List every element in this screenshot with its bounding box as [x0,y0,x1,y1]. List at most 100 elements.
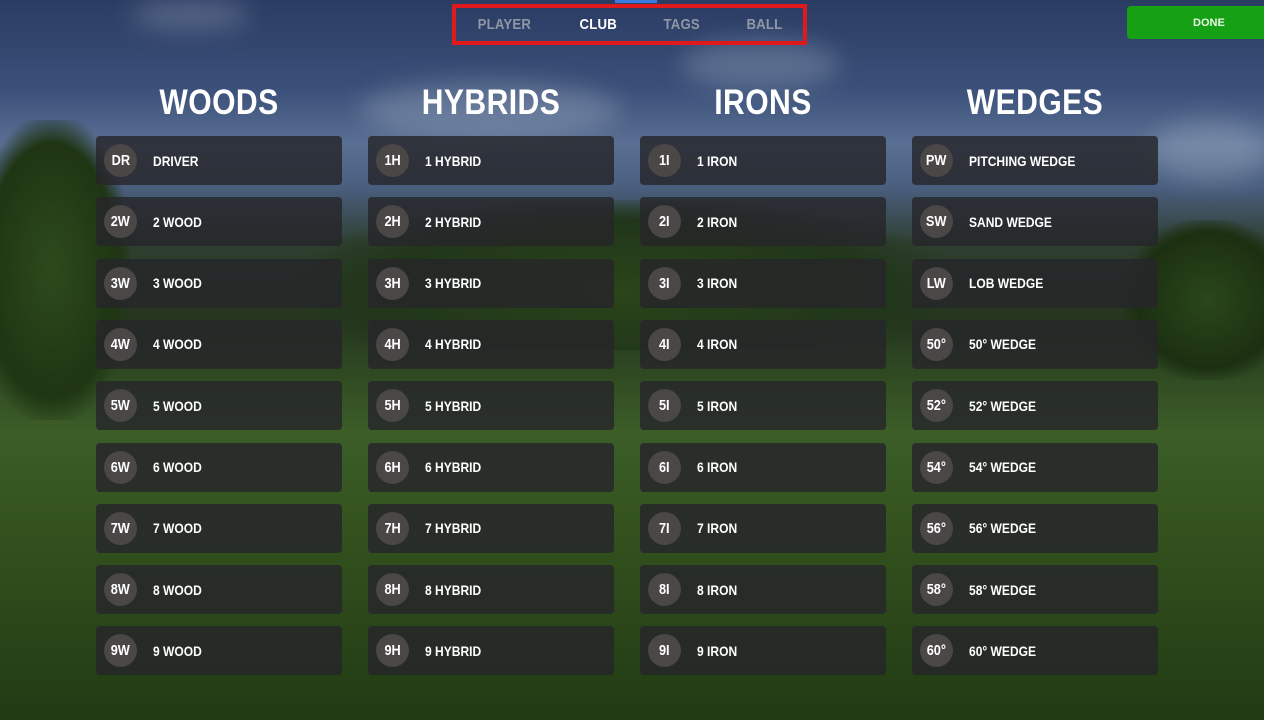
club-badge-label: 5I [659,397,670,415]
club-badge: 9H [376,634,409,668]
club-item[interactable]: 50° 50° WEDGE [912,319,1158,369]
club-name: 52° WEDGE [969,397,1037,414]
club-item[interactable]: 7I 7 IRON [640,503,886,553]
club-item[interactable]: DR DRIVER [96,136,342,185]
club-badge: 1H [376,144,409,177]
club-badge: 4W [104,327,137,361]
club-badge: 1I [648,144,681,177]
club-name: 4 WOOD [153,336,202,353]
club-badge: 56° [920,511,953,545]
club-item[interactable]: 60° 60° WEDGE [912,626,1158,676]
club-badge-label: 54° [926,458,947,476]
club-name: 6 IRON [697,459,738,475]
club-name: 3 IRON [697,275,738,292]
club-badge-label: 1I [659,152,670,169]
club-badge-label: 50° [926,335,947,353]
club-item[interactable]: 5H 5 HYBRID [368,381,614,431]
club-item[interactable]: 56° 56° WEDGE [912,503,1158,553]
club-badge-label: 6W [110,458,131,476]
club-item[interactable]: 5I 5 IRON [640,381,886,431]
club-name: 6 WOOD [153,459,202,475]
club-badge-label: 4I [659,335,670,353]
club-badge: 52° [920,389,953,423]
club-badge: SW [920,205,953,239]
club-item[interactable]: PW PITCHING WEDGE [912,136,1158,185]
club-item[interactable]: 2W 2 WOOD [96,197,342,247]
club-name: 7 HYBRID [425,520,482,537]
cloud [1150,120,1264,180]
club-name: 5 IRON [697,397,738,414]
club-item[interactable]: 52° 52° WEDGE [912,381,1158,431]
club-name: 56° WEDGE [969,520,1037,537]
column-title: WOODS [159,83,279,122]
column-woods: WOODS DR DRIVER 2W 2 WOOD 3W 3 WOOD 4W 4 WOOD 5W 5… [96,83,342,676]
column-title: HYBRIDS [421,83,561,122]
club-item[interactable]: SW SAND WEDGE [912,197,1158,247]
club-badge-label: 2H [384,213,401,231]
club-badge: LW [920,266,953,300]
club-badge-label: 3I [659,274,670,292]
club-name: 60° WEDGE [969,642,1037,659]
tab-tags[interactable]: TAGS [663,16,699,33]
club-item[interactable]: 2I 2 IRON [640,197,886,247]
club-badge: 3W [104,266,137,300]
club-badge: 5W [104,389,137,423]
club-item[interactable]: 8H 8 HYBRID [368,565,614,615]
club-badge: 54° [920,450,953,484]
tab-club[interactable]: CLUB [579,16,616,33]
club-name: 5 WOOD [153,397,202,414]
club-item[interactable]: 7W 7 WOOD [96,503,342,553]
club-item[interactable]: 1H 1 HYBRID [368,136,614,185]
club-item[interactable]: 9W 9 WOOD [96,626,342,676]
club-item[interactable]: 3I 3 IRON [640,258,886,308]
club-item[interactable]: 9I 9 IRON [640,626,886,676]
done-button[interactable]: DONE [1127,6,1264,39]
club-item[interactable]: 58° 58° WEDGE [912,565,1158,615]
club-badge: 6H [376,450,409,484]
club-item[interactable]: 2H 2 HYBRID [368,197,614,247]
club-item[interactable]: 6H 6 HYBRID [368,442,614,492]
column-title: IRONS [714,83,812,122]
club-item[interactable]: LW LOB WEDGE [912,258,1158,308]
club-name: 3 WOOD [153,275,202,292]
club-badge: DR [104,144,137,177]
club-name: SAND WEDGE [969,213,1052,230]
club-item[interactable]: 5W 5 WOOD [96,381,342,431]
club-name: 7 IRON [697,520,738,537]
club-item[interactable]: 4I 4 IRON [640,319,886,369]
cloud [130,0,250,30]
club-badge: 8W [104,573,137,607]
club-item[interactable]: 6W 6 WOOD [96,442,342,492]
club-badge-label: 9H [384,642,401,660]
club-badge-label: 2W [110,213,131,231]
club-name: 58° WEDGE [969,581,1037,598]
club-badge: 2H [376,205,409,239]
club-badge: 7H [376,511,409,545]
club-badge: 4H [376,327,409,361]
club-item[interactable]: 8I 8 IRON [640,565,886,615]
club-badge: 7W [104,511,137,545]
club-badge-label: 4W [110,335,131,353]
club-item[interactable]: 8W 8 WOOD [96,565,342,615]
club-item[interactable]: 7H 7 HYBRID [368,503,614,553]
club-name: 4 IRON [697,336,738,353]
club-item[interactable]: 4W 4 WOOD [96,319,342,369]
club-item[interactable]: 6I 6 IRON [640,442,886,492]
club-item[interactable]: 9H 9 HYBRID [368,626,614,676]
column-irons: IRONS 1I 1 IRON 2I 2 IRON 3I 3 IRON 4I 4 IRON 5I 5… [640,83,886,676]
tab-player[interactable]: PLAYER [478,16,531,33]
club-badge: PW [920,144,953,177]
club-name: 5 HYBRID [425,397,482,414]
club-item[interactable]: 3W 3 WOOD [96,258,342,308]
club-name: 4 HYBRID [425,336,482,353]
club-name: 8 HYBRID [425,581,482,598]
club-name: 8 WOOD [153,581,202,598]
club-item[interactable]: 4H 4 HYBRID [368,319,614,369]
club-item[interactable]: 1I 1 IRON [640,136,886,185]
club-name: DRIVER [153,152,199,169]
club-badge-label: 58° [926,581,947,599]
club-item[interactable]: 54° 54° WEDGE [912,442,1158,492]
club-badge-label: LW [926,274,947,292]
tab-ball[interactable]: BALL [747,16,783,33]
club-item[interactable]: 3H 3 HYBRID [368,258,614,308]
